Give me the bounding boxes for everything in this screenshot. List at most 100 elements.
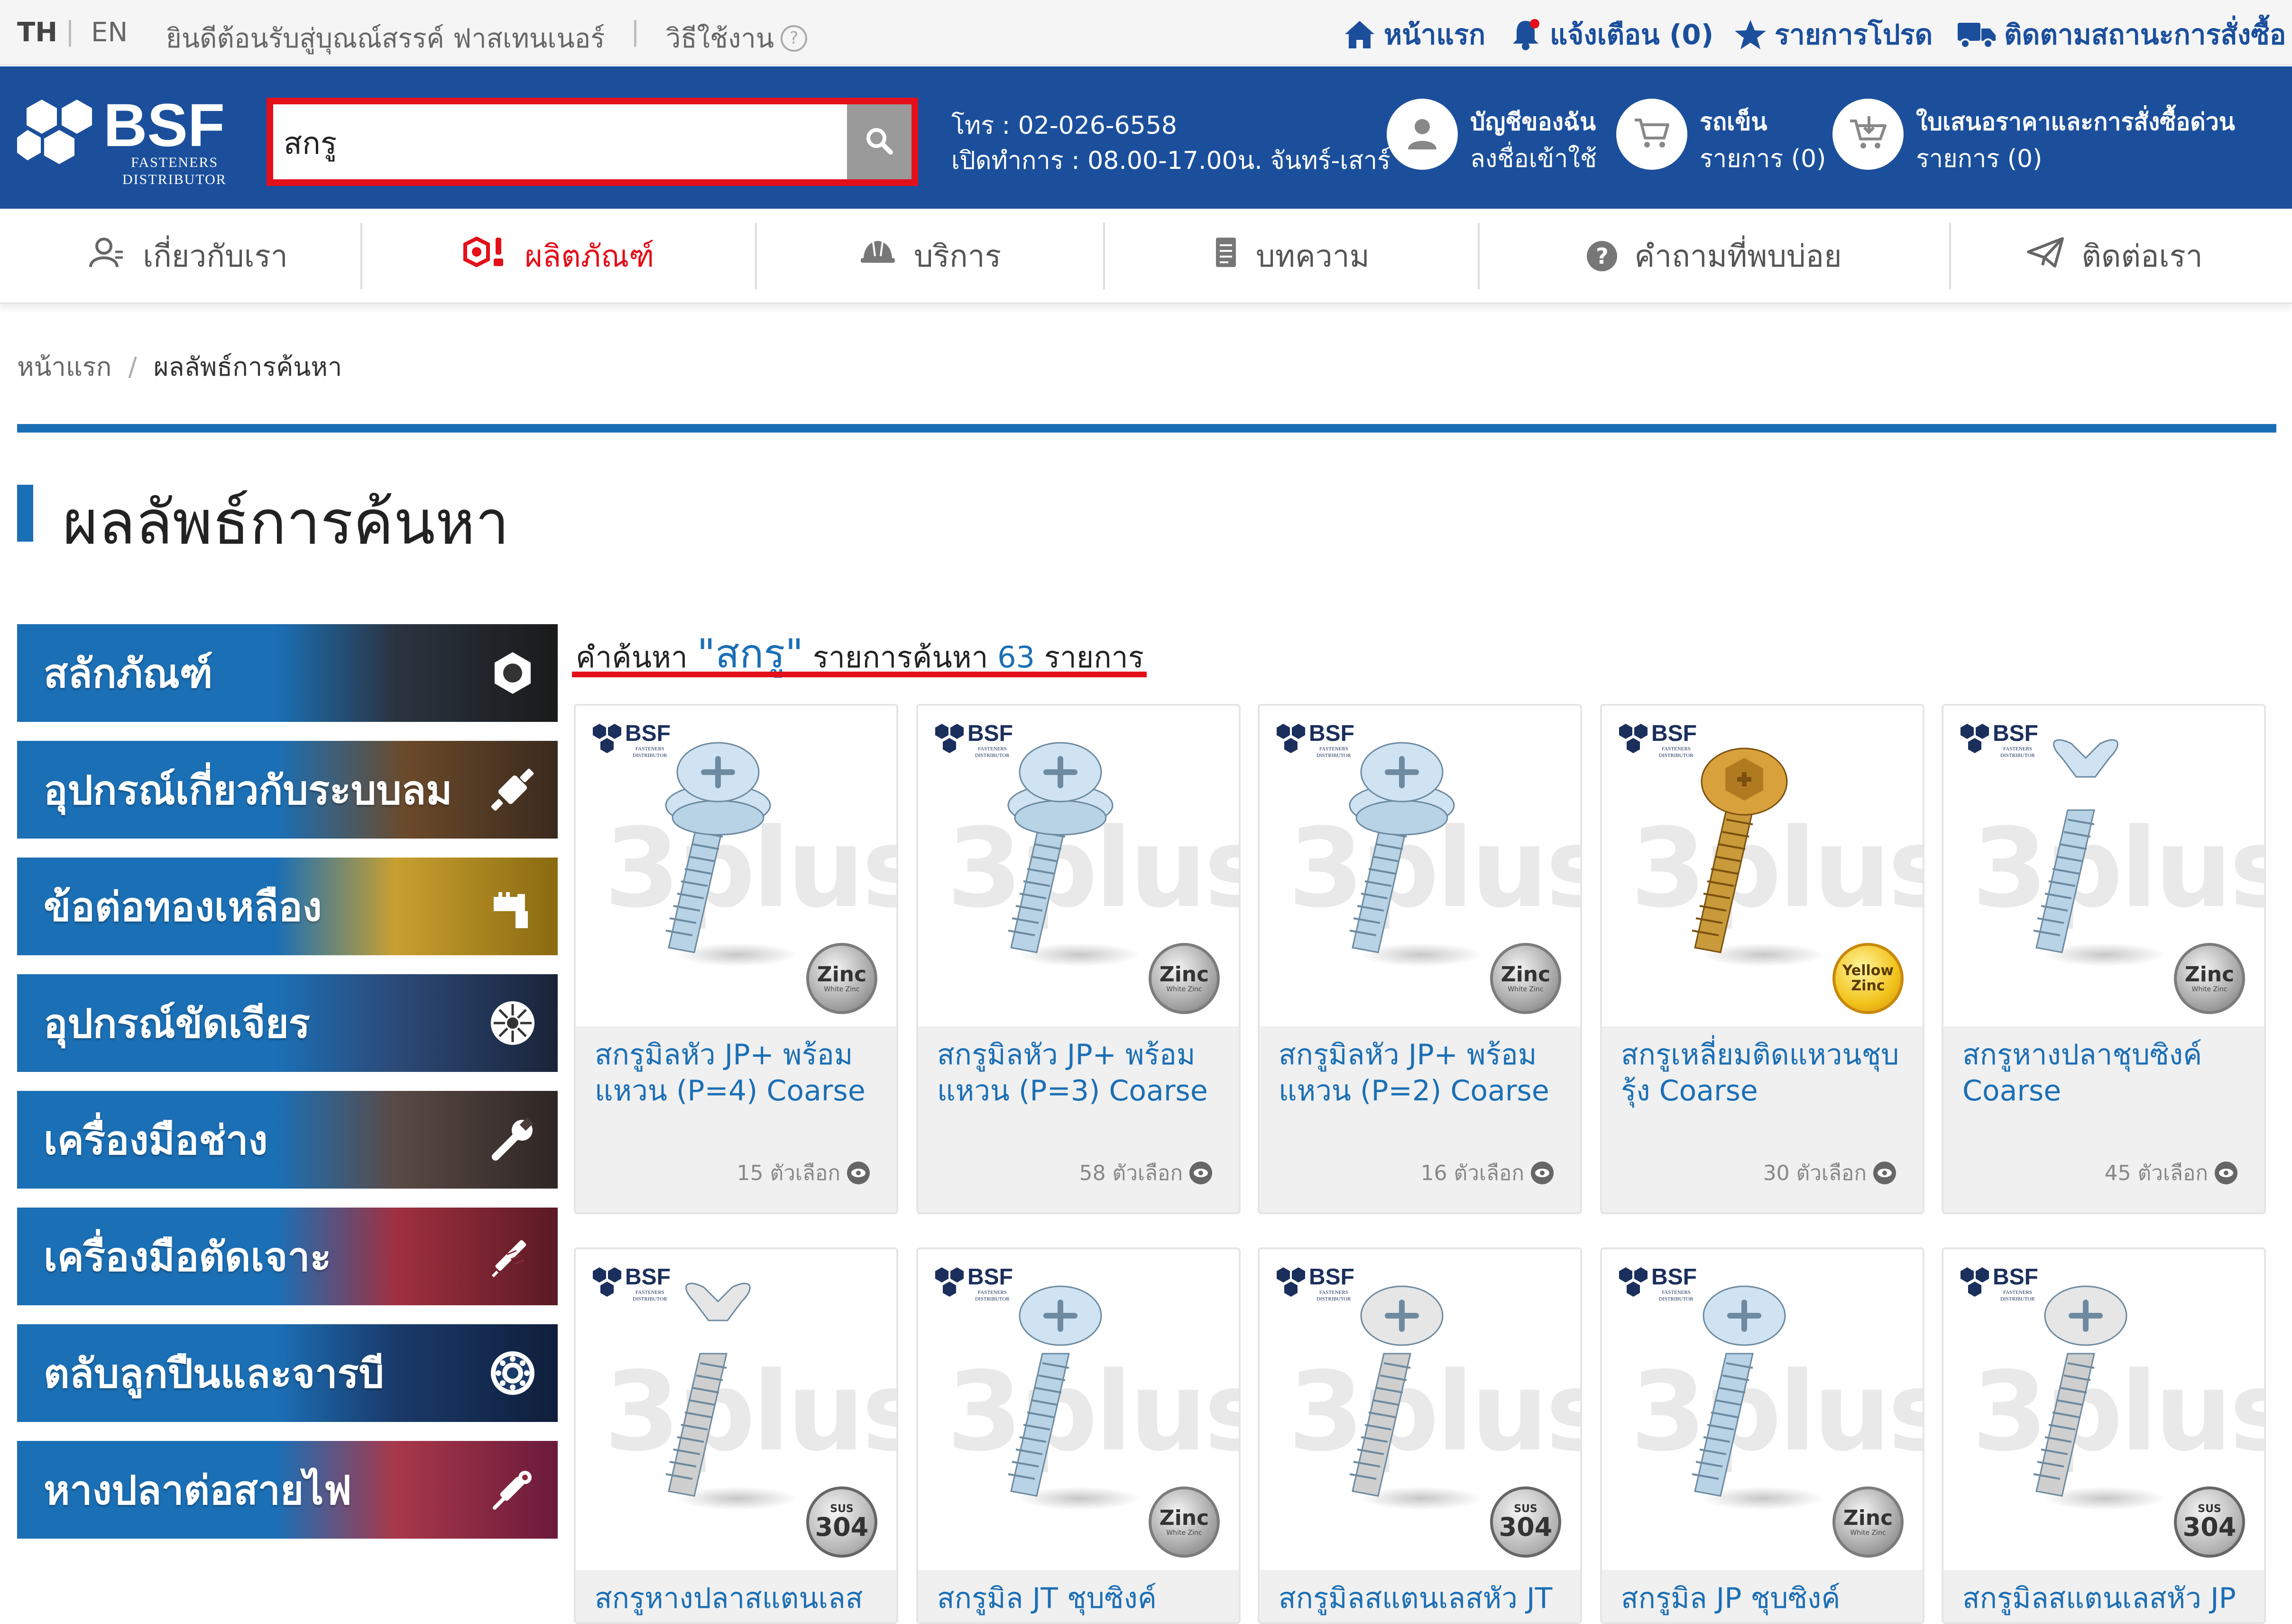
cart-title[interactable]: รถเข็น [1700,103,1767,141]
account-title[interactable]: บัญชีของฉัน [1470,103,1596,141]
product-name[interactable]: สกรูเหลี่ยมติดแหวนชุบรุ้ง Coarse [1621,1037,1910,1109]
category-cutting-tools[interactable]: เครื่องมือตัดเจาะ [17,1208,558,1305]
drill-bit-icon [487,1230,539,1283]
user-icon [88,236,126,277]
hardhat-icon [859,237,897,275]
topbar-separator: | [631,16,640,47]
options-label: 45 ตัวเลือก [2104,1161,2208,1185]
bearing-icon [487,1347,539,1399]
search-input[interactable] [284,115,851,172]
zinc-badge: Zinc White Zinc [1149,943,1220,1014]
zinc-badge: Zinc White Zinc [1149,1486,1220,1558]
category-label: ข้อต่อทองเหลือง [44,884,322,930]
category-grinding[interactable]: อุปกรณ์ขัดเจียร [17,974,558,1072]
breadcrumb-home[interactable]: หน้าแรก [17,352,111,382]
svg-text:DISTRIBUTOR: DISTRIBUTOR [122,172,227,187]
eye-icon [2215,1162,2237,1184]
product-card[interactable]: 3plus BSF FASTENERS DISTRIBUTOR Zinc White Zi… [1258,704,1582,1214]
yellow-zinc-badge: Yellow Zinc [1832,943,1904,1014]
product-name[interactable]: สกรูหางปลาสแตนเลส [595,1580,884,1616]
nav-articles[interactable]: บทความ [1105,209,1478,304]
category-brass-fittings[interactable]: ข้อต่อทองเหลือง [17,858,558,955]
product-card[interactable]: 3plus BSF FASTENERS DISTRIBUTOR SUS 304 สกรูหา… [574,1247,898,1624]
search-button[interactable] [847,104,911,179]
document-icon [1213,236,1239,277]
home-link[interactable]: หน้าแรก [1343,12,1485,56]
breadcrumb-separator: / [128,352,137,382]
quote-cart-icon [1848,115,1888,153]
nav-services-label: บริการ [913,239,1002,274]
truck-icon [1957,18,1997,51]
product-image[interactable]: 3plus BSF FASTENERS DISTRIBUTOR Zinc White Zi… [1943,706,2264,1026]
product-card[interactable]: 3plus BSF FASTENERS DISTRIBUTOR SUS 304 สกรูมิ… [1258,1247,1582,1624]
nav-products[interactable]: ผลิตภัณฑ์ [362,209,754,304]
air-fitting-icon [487,764,539,816]
terminal-icon [487,1464,539,1516]
lang-separator: | [65,16,74,47]
quote-button[interactable] [1832,99,1904,170]
lang-th-link[interactable]: TH [17,17,57,48]
product-icon [462,236,508,277]
howto-link[interactable]: วิธีใช้งาน ? [666,17,808,59]
product-name[interactable]: สกรูหางปลาชุบซิงค์ Coarse [1962,1037,2252,1109]
product-image[interactable]: 3plus BSF FASTENERS DISTRIBUTOR Zinc White Zi… [918,706,1239,1026]
bell-icon [1509,18,1542,51]
welcome-text: ยินดีต้อนรับสู่บุณณ์สรรค์ ฟาสเทนเนอร์ [166,23,605,54]
account-avatar[interactable] [1387,99,1458,170]
options-label: 30 ตัวเลือก [1763,1161,1867,1185]
eye-icon [847,1162,870,1184]
account-login-link[interactable]: ลงชื่อเข้าใช้ [1470,138,1597,178]
product-card[interactable]: 3plus BSF FASTENERS DISTRIBUTOR Yellow Zinc สก… [1600,704,1924,1214]
product-name[interactable]: สกรูมิลหัว JP+ พร้อมแหวน (P=4) Coarse [595,1037,884,1109]
product-card[interactable]: 3plus BSF FASTENERS DISTRIBUTOR Zinc White Zi… [1942,704,2266,1214]
bsf-logo[interactable]: BSF FASTENERS DISTRIBUTOR [17,90,240,194]
product-card[interactable]: 3plus BSF FASTENERS DISTRIBUTOR Zinc White Zi… [574,704,898,1214]
quote-count[interactable]: รายการ (0) [1916,138,2042,178]
nav-faq[interactable]: ? คำถามที่พบบ่อย [1480,209,1949,304]
breadcrumb-current: ผลลัพธ์การค้นหา [153,352,342,382]
product-card[interactable]: 3plus BSF FASTENERS DISTRIBUTOR SUS 304 สกรูมิ… [1942,1247,2266,1624]
cart-button[interactable] [1616,99,1687,170]
product-name[interactable]: สกรูมิลสแตนเลสหัว JP [1962,1580,2252,1616]
product-card[interactable]: 3plus BSF FASTENERS DISTRIBUTOR Zinc White Zi… [1600,1247,1924,1624]
nav-about[interactable]: เกี่ยวกับเรา [17,209,359,304]
product-image[interactable]: 3plus BSF FASTENERS DISTRIBUTOR Yellow Zinc [1602,706,1923,1026]
results-keyword: "สกรู" [697,630,804,677]
wrench-icon [487,1114,539,1166]
product-image[interactable]: 3plus BSF FASTENERS DISTRIBUTOR Zinc White Zi… [576,706,896,1026]
category-bearings[interactable]: ตลับลูกปืนและจารบี [17,1324,558,1422]
nav-contact[interactable]: ติดต่อเรา [1951,209,2278,304]
product-name[interactable]: สกรูมิล JP ชุบซิงค์ [1621,1580,1910,1616]
category-fasteners[interactable]: สลักภัณฑ์ [17,624,558,722]
grinding-wheel-icon [487,997,539,1049]
category-wire-terminals[interactable]: หางปลาต่อสายไฟ [17,1441,558,1539]
nav-services[interactable]: บริการ [757,209,1103,304]
product-card[interactable]: 3plus BSF FASTENERS DISTRIBUTOR Zinc White Zi… [916,704,1241,1214]
nav-about-label: เกี่ยวกับเรา [143,239,288,274]
product-name[interactable]: สกรูมิลหัว JP+ พร้อมแหวน (P=2) Coarse [1279,1037,1568,1109]
favorites-link[interactable]: รายการโปรด [1734,12,1933,56]
product-image[interactable]: 3plus BSF FASTENERS DISTRIBUTOR Zinc White Zi… [1602,1249,1923,1570]
product-name[interactable]: สกรูมิลสแตนเลสหัว JT [1279,1580,1568,1616]
product-name[interactable]: สกรูมิลหัว JP+ พร้อมแหวน (P=3) Coarse [937,1037,1226,1109]
product-options-count: 30 ตัวเลือก [1763,1156,1896,1190]
track-order-link[interactable]: ติดตามสถานะการสั่งซื้อ [1957,12,2286,56]
notifications-link[interactable]: แจ้งเตือน (0) [1509,12,1713,56]
category-label: อุปกรณ์เกี่ยวกับระบบลม [44,767,452,813]
product-image[interactable]: 3plus BSF FASTENERS DISTRIBUTOR SUS 304 [576,1249,896,1570]
product-image[interactable]: 3plus BSF FASTENERS DISTRIBUTOR SUS 304 [1943,1249,2264,1570]
product-image[interactable]: 3plus BSF FASTENERS DISTRIBUTOR SUS 304 [1260,1249,1580,1570]
category-label: อุปกรณ์ขัดเจียร [44,1000,310,1047]
zinc-badge: Zinc White Zinc [806,943,877,1014]
breadcrumb: หน้าแรก / ผลลัพธ์การค้นหา [17,346,342,387]
product-card[interactable]: 3plus BSF FASTENERS DISTRIBUTOR Zinc White Zi… [916,1247,1241,1624]
category-hand-tools[interactable]: เครื่องมือช่าง [17,1091,558,1189]
hex-nut-icon [487,647,539,699]
product-name[interactable]: สกรูมิล JT ชุบซิงค์ [937,1580,1226,1616]
cart-count[interactable]: รายการ (0) [1700,138,1826,178]
product-image[interactable]: 3plus BSF FASTENERS DISTRIBUTOR Zinc White Zi… [1260,706,1580,1026]
quote-title[interactable]: ใบเสนอราคาและการสั่งซื้อด่วน [1916,103,2235,141]
lang-en-link[interactable]: EN [91,17,128,48]
category-pneumatic[interactable]: อุปกรณ์เกี่ยวกับระบบลม [17,741,558,839]
product-image[interactable]: 3plus BSF FASTENERS DISTRIBUTOR Zinc White Zi… [918,1249,1239,1570]
